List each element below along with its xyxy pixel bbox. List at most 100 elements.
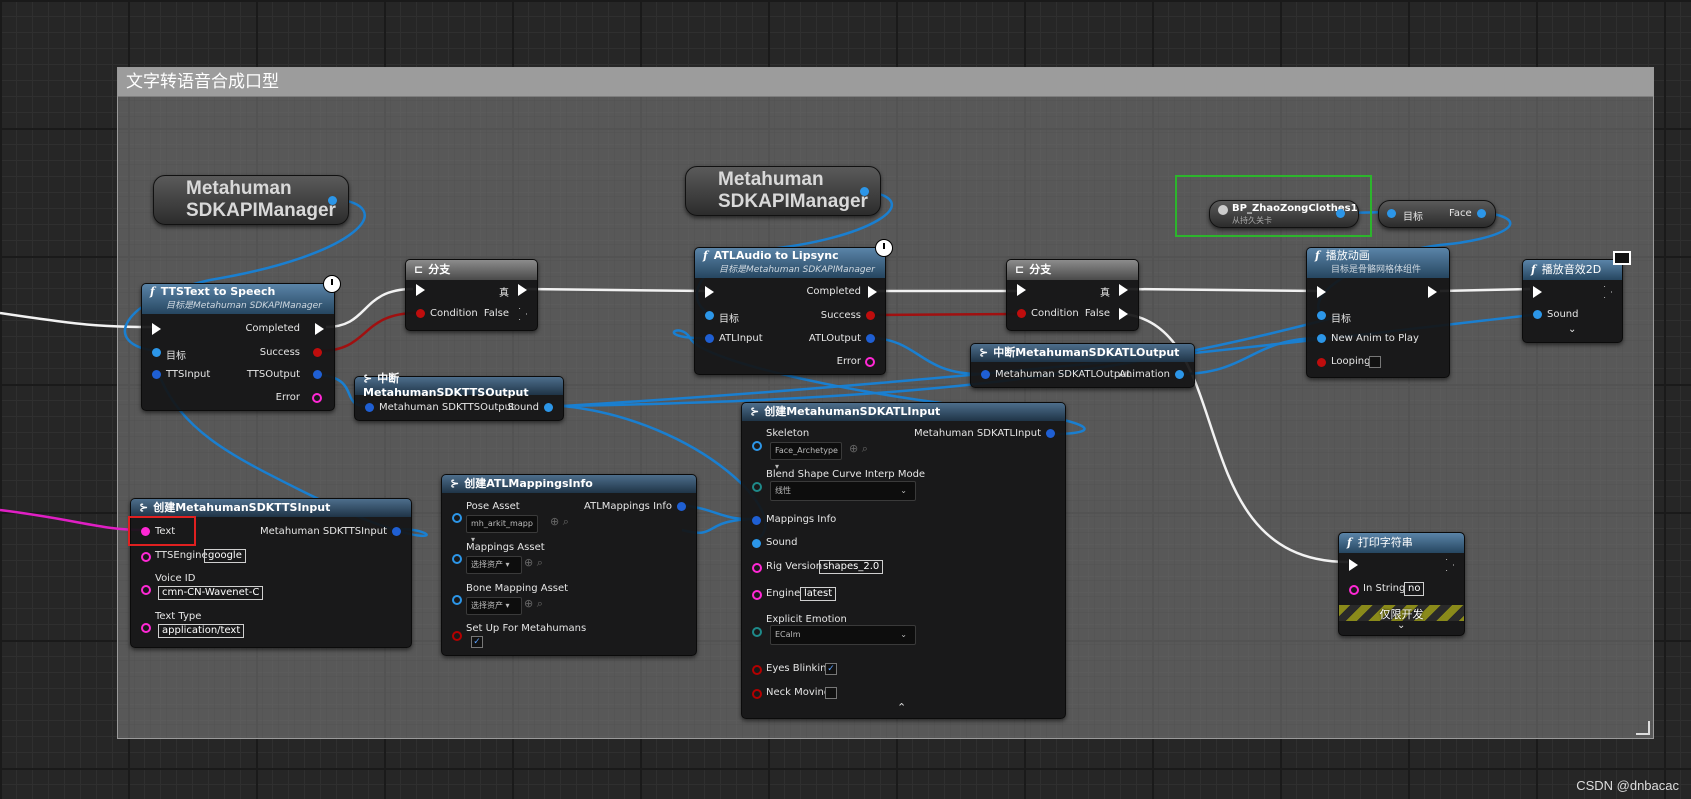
break-atl-output-node[interactable]: ⊱ 中断MetahumanSDKATLOutput Metahuman SDKAT… xyxy=(970,343,1195,388)
blend-pin-icon[interactable] xyxy=(752,482,762,492)
object-pin-icon[interactable] xyxy=(1336,209,1345,218)
atl-to-lipsync-node[interactable]: f ATLAudio to Lipsync 目标是Metahuman SDKAPI… xyxy=(694,247,886,375)
exec-in-pin-icon[interactable] xyxy=(416,284,425,296)
tts-input-out-pin-icon[interactable] xyxy=(392,527,401,536)
print-string-node[interactable]: f 打印字符串 In String no 仅限开发 ⌄ xyxy=(1338,532,1465,636)
exec-in-pin-icon[interactable] xyxy=(705,286,714,298)
target-pin-icon[interactable] xyxy=(705,311,714,320)
exec-in-pin-icon[interactable] xyxy=(1317,286,1326,298)
false-pin-icon[interactable] xyxy=(1119,308,1128,320)
true-pin-icon[interactable] xyxy=(1119,284,1128,296)
error-pin-icon[interactable] xyxy=(865,357,875,367)
emotion-pin-icon[interactable] xyxy=(752,627,762,637)
rig-pin-icon[interactable] xyxy=(752,563,762,573)
browse-icon[interactable]: ⊕ ⌕ xyxy=(550,515,569,529)
clothes-variable[interactable]: BP_ZhaoZongClothes1 从持久关卡 xyxy=(1209,200,1359,228)
text-type-pin-icon[interactable] xyxy=(141,623,151,633)
branch-node-1[interactable]: ⊏ 分支 真 Condition False xyxy=(405,259,538,331)
node-header[interactable]: ⊱ 中断MetahumanSDKTTSOutput xyxy=(355,372,563,399)
success-pin-icon[interactable] xyxy=(866,311,875,320)
exec-in-pin-icon[interactable] xyxy=(1533,286,1542,298)
browse-icon[interactable]: ⊕ ⌕ xyxy=(849,442,868,456)
target-pin-icon[interactable] xyxy=(1317,311,1326,320)
tts-to-speech-node[interactable]: f TTSText to Speech 目标是Metahuman SDKAPIMa… xyxy=(141,283,335,411)
exec-out-pin-icon[interactable] xyxy=(1428,286,1437,298)
branch-node-2[interactable]: ⊏ 分支 真 Condition False xyxy=(1006,259,1139,331)
node-header[interactable]: ⊱ 创建ATLMappingsInfo xyxy=(442,475,696,493)
rig-field[interactable]: shapes_2.0 xyxy=(819,560,884,574)
node-header[interactable]: ⊏ 分支 xyxy=(406,260,537,280)
error-pin-icon[interactable] xyxy=(312,393,322,403)
manager-variable-2[interactable]: Metahuman SDKAPIManager xyxy=(685,166,881,216)
make-tts-input-node[interactable]: ⊱ 创建MetahumanSDKTTSInput Text Metahuman S… xyxy=(128,498,412,648)
exec-out-pin-icon[interactable] xyxy=(1604,286,1612,298)
node-header[interactable]: ⊱ 创建MetahumanSDKTTSInput xyxy=(131,499,411,517)
make-mappings-node[interactable]: ⊱ 创建ATLMappingsInfo Pose Asset mh_arkit_m… xyxy=(441,474,697,656)
blend-dropdown[interactable]: 线性 ⌄ xyxy=(770,481,916,501)
looping-checkbox[interactable] xyxy=(1369,356,1381,368)
node-header[interactable]: f 播放音效2D xyxy=(1523,260,1622,280)
animation-pin-icon[interactable] xyxy=(1175,370,1184,379)
exec-in-pin-icon[interactable] xyxy=(1017,284,1026,296)
expand-icon[interactable]: ⌄ xyxy=(1397,620,1405,631)
node-header[interactable]: f 打印字符串 xyxy=(1339,533,1464,553)
tts-input-pin-icon[interactable] xyxy=(152,370,161,379)
exec-out-pin-icon[interactable] xyxy=(1446,559,1454,571)
pose-pin-icon[interactable] xyxy=(452,513,462,523)
setup-pin-icon[interactable] xyxy=(452,631,462,641)
manager-variable-1[interactable]: Metahuman SDKAPIManager xyxy=(153,175,349,225)
target-pin-icon[interactable] xyxy=(152,348,161,357)
voice-field[interactable]: cmn-CN-Wavenet-C xyxy=(158,586,264,600)
emotion-dropdown[interactable]: ECalm ⌄ xyxy=(770,625,916,645)
exec-out-pin-icon[interactable] xyxy=(315,323,324,335)
node-header[interactable]: f 播放动画 目标是骨骼网格体组件 xyxy=(1307,248,1449,278)
bone-asset-dropdown[interactable]: 选择资产 ▾ xyxy=(466,597,522,615)
engine-pin-icon[interactable] xyxy=(141,552,151,562)
map-asset-dropdown[interactable]: 选择资产 ▾ xyxy=(466,556,522,574)
exec-in-pin-icon[interactable] xyxy=(1349,559,1358,571)
anim-pin-icon[interactable] xyxy=(1317,334,1326,343)
engine-field[interactable]: google xyxy=(204,549,246,563)
exec-out-pin-icon[interactable] xyxy=(868,286,877,298)
engine-field[interactable]: latest xyxy=(800,587,837,601)
object-pin-icon[interactable] xyxy=(328,196,337,205)
text-pin-icon[interactable] xyxy=(141,527,150,536)
browse-icon[interactable]: ⊕ ⌕ xyxy=(524,556,543,570)
condition-pin-icon[interactable] xyxy=(1017,309,1026,318)
play-sound-node[interactable]: f 播放音效2D Sound ⌄ xyxy=(1522,259,1623,343)
in-string-field[interactable]: no xyxy=(1404,582,1425,596)
neck-pin-icon[interactable] xyxy=(752,689,762,699)
engine-pin-icon[interactable] xyxy=(752,590,762,600)
atl-output-pin-icon[interactable] xyxy=(866,334,875,343)
setup-checkbox[interactable]: ✓ xyxy=(471,636,483,648)
sound-in-pin-icon[interactable] xyxy=(752,539,761,548)
face-pin-icon[interactable] xyxy=(1477,209,1486,218)
break-tts-output-node[interactable]: ⊱ 中断MetahumanSDKTTSOutput Metahuman SDKTT… xyxy=(354,372,564,421)
skeleton-dropdown[interactable]: Face_Archetype ▾ xyxy=(770,442,842,471)
atl-input-pin-icon[interactable] xyxy=(705,334,714,343)
voice-pin-icon[interactable] xyxy=(141,585,151,595)
skeleton-pin-icon[interactable] xyxy=(752,441,762,451)
node-header[interactable]: ⊱ 中断MetahumanSDKATLOutput xyxy=(971,344,1194,362)
eyes-checkbox[interactable]: ✓ xyxy=(825,663,837,675)
mappings-in-pin-icon[interactable] xyxy=(752,516,761,525)
atl-output-in-pin-icon[interactable] xyxy=(981,370,990,379)
sound-pin-icon[interactable] xyxy=(544,403,553,412)
in-string-pin-icon[interactable] xyxy=(1349,585,1359,595)
target-pin-icon[interactable] xyxy=(1387,209,1396,218)
atl-input-out-pin-icon[interactable] xyxy=(1046,429,1055,438)
collapse-icon[interactable]: ⌃ xyxy=(897,701,906,714)
bone-asset-pin-icon[interactable] xyxy=(452,595,462,605)
neck-checkbox[interactable] xyxy=(825,687,837,699)
true-pin-icon[interactable] xyxy=(518,284,527,296)
object-pin-icon[interactable] xyxy=(860,187,869,196)
node-header[interactable]: ⊱ 创建MetahumanSDKATLInput xyxy=(742,403,1065,421)
sound-pin-icon[interactable] xyxy=(1533,310,1542,319)
looping-pin-icon[interactable] xyxy=(1317,358,1326,367)
expand-icon[interactable]: ⌄ xyxy=(1568,324,1576,335)
pose-asset-dropdown[interactable]: mh_arkit_mapp ▾ xyxy=(466,515,538,544)
node-header[interactable]: f ATLAudio to Lipsync 目标是Metahuman SDKAPI… xyxy=(695,248,885,278)
node-header[interactable]: ⊏ 分支 xyxy=(1007,260,1138,280)
success-pin-icon[interactable] xyxy=(313,348,322,357)
map-asset-pin-icon[interactable] xyxy=(452,554,462,564)
